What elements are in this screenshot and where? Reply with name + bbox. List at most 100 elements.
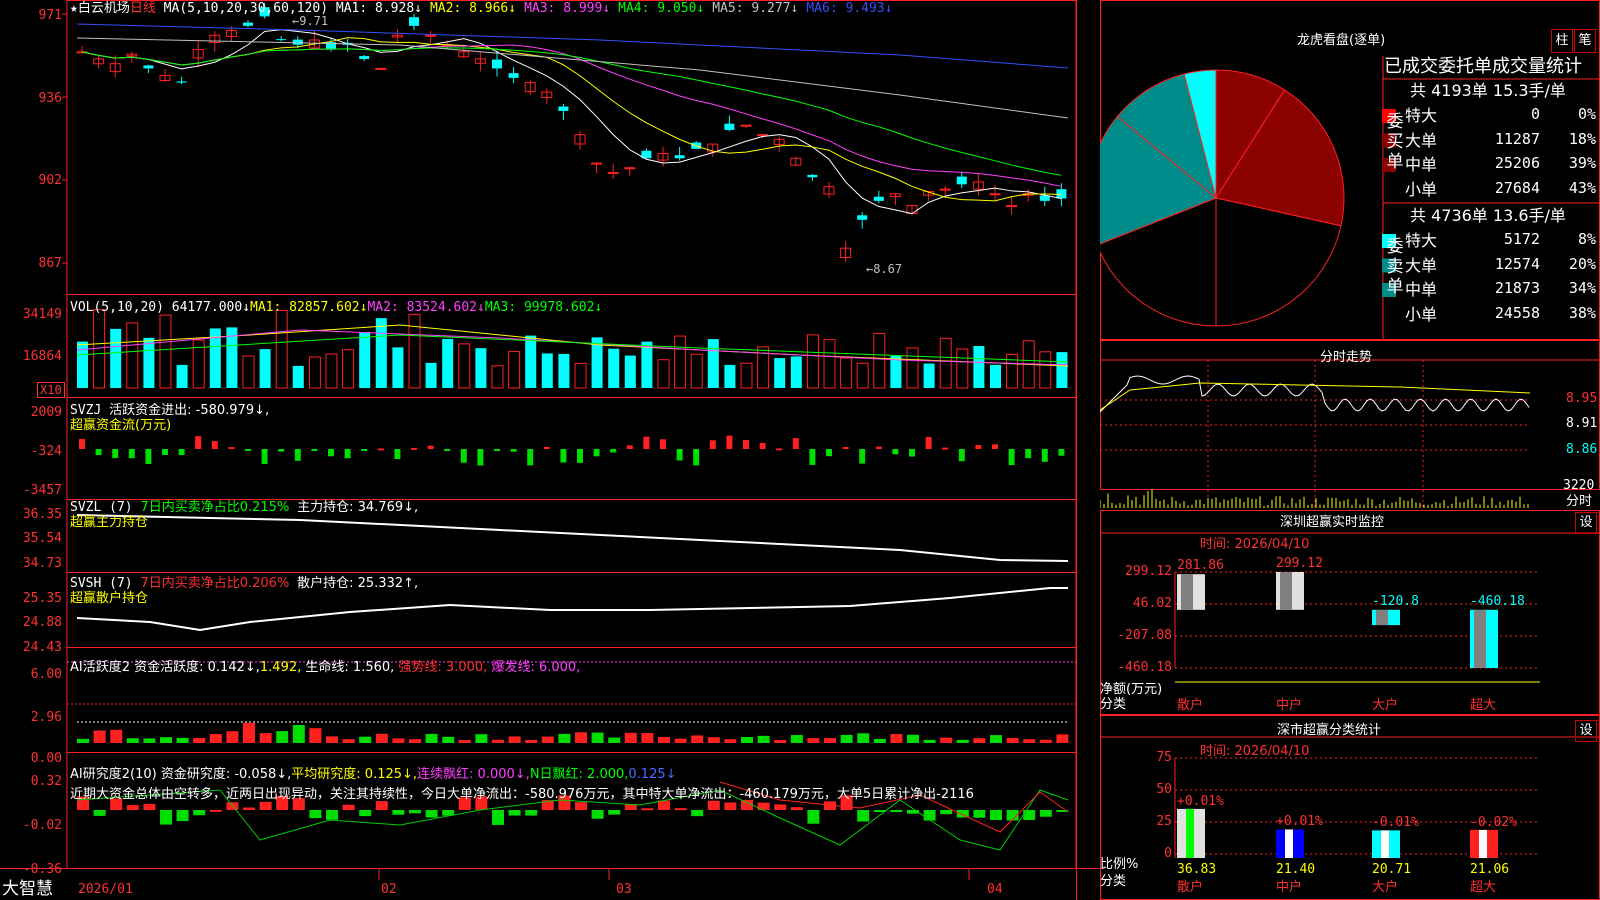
research-bar — [492, 810, 504, 825]
category-label-2: 分类 — [1100, 874, 1127, 889]
ai1-ytick: 6.00 — [30, 667, 62, 682]
row-percent: 39% — [1568, 154, 1596, 172]
sz-settings-button[interactable]: 设 — [1575, 512, 1597, 534]
flow-bar — [560, 449, 567, 463]
vol-bar-down — [392, 347, 404, 388]
cls-bar-shade — [1186, 808, 1194, 858]
vol-bar-down — [176, 364, 188, 388]
research-bar — [973, 810, 986, 818]
flow-bar — [494, 449, 500, 451]
activity-bar — [243, 722, 255, 743]
activity-bar — [375, 733, 388, 743]
candle-up — [740, 124, 752, 127]
activity-bar — [442, 736, 455, 743]
activity-bar — [857, 733, 870, 743]
sz-category: 中户 — [1276, 698, 1303, 713]
cls-ytick: 50 — [1156, 782, 1172, 797]
candle-up — [624, 167, 636, 170]
vol-bar-down — [558, 353, 570, 388]
sz-monitor-title: 深圳超赢实时监控 — [1280, 515, 1385, 530]
net-amount-label: 净额(万元) — [1100, 682, 1163, 697]
activity-bar — [1006, 737, 1019, 743]
ai1-ytick: 0.00 — [30, 751, 62, 766]
vol-bar-up — [840, 357, 853, 389]
main-ytick: 971 — [38, 8, 62, 23]
ma-line — [76, 37, 1069, 119]
main-ytick: 867 — [38, 256, 62, 271]
activity-bar — [326, 736, 338, 743]
flow-bar — [610, 449, 617, 453]
cls-time-label: 时间: 2026/04/10 — [1200, 744, 1310, 759]
vol-header: VOL(5,10,20) 64177.000↓MA1: 82857.602↓MA… — [70, 300, 603, 315]
svzj-ytick: 2009 — [30, 405, 62, 420]
row-value: 5172 — [1503, 230, 1540, 248]
flow-bar — [460, 449, 467, 463]
flow-bar — [328, 449, 334, 457]
activity-bar — [658, 736, 670, 743]
dragon-title: 龙虎看盘(逐单) — [1297, 33, 1386, 48]
period-label: 日线 — [129, 1, 156, 16]
candle-up — [757, 134, 769, 137]
candle-down — [143, 65, 154, 69]
activity-bar — [541, 736, 554, 743]
flow-bar — [759, 442, 766, 449]
row-percent: 18% — [1568, 129, 1596, 148]
activity-bar — [143, 738, 156, 743]
activity-bar — [807, 738, 820, 743]
cls-change: +0.01% — [1276, 814, 1323, 830]
flow-bar — [909, 449, 915, 457]
vol-bar-down — [541, 353, 553, 388]
vol-bar-down — [923, 363, 935, 388]
kline-chart-area[interactable] — [0, 0, 1100, 900]
minute-ytick: 8.95 — [1566, 391, 1598, 406]
cls-ytick: 75 — [1156, 750, 1172, 765]
activity-bar — [674, 738, 687, 743]
candle-up — [1006, 205, 1018, 208]
vol-bar-up — [657, 359, 670, 389]
research-bar — [342, 804, 355, 810]
activity-bar — [973, 738, 986, 743]
cls-settings-button[interactable]: 设 — [1575, 720, 1597, 742]
app-logo: 大智慧 — [2, 879, 53, 899]
activity-bar — [77, 738, 89, 743]
vol-bar-down — [475, 348, 487, 388]
research-bar — [309, 810, 322, 819]
vol-ytick: 16864 — [22, 349, 62, 364]
cls-value: 21.06 — [1470, 862, 1510, 877]
vol-bar-down — [425, 362, 437, 388]
ai1-ytick: 2.96 — [30, 710, 62, 725]
flow-bar — [510, 449, 517, 452]
activity-bar — [873, 738, 886, 743]
xaxis-label: 2026/01 — [78, 882, 133, 897]
stock-name: ★白云机场 — [70, 1, 130, 16]
research-bar — [790, 807, 803, 810]
research-bar — [425, 810, 438, 818]
row-value: 12574 — [1494, 254, 1540, 273]
ma-value: MA2: 8.966↓ — [429, 1, 517, 16]
flow-bar — [294, 449, 301, 461]
candle-down — [1056, 189, 1067, 199]
flow-bar — [842, 447, 849, 450]
flow-bar — [394, 449, 401, 460]
ma-value: MA3: 8.999↓ — [524, 1, 611, 16]
flow-bar — [1058, 449, 1065, 456]
row-value: 21873 — [1494, 279, 1540, 297]
retail-position-line — [76, 587, 1068, 632]
pillar-view-button[interactable]: 柱 — [1551, 29, 1573, 53]
activity-bar — [575, 732, 587, 743]
activity-bar — [359, 736, 372, 743]
pen-view-button[interactable]: 笔 — [1574, 29, 1596, 53]
activity-bar — [1039, 739, 1052, 743]
sell-total: 共 4736单 13.6手/单 — [1410, 206, 1566, 225]
research-bar — [857, 810, 870, 822]
flow-bar — [527, 449, 534, 466]
activity-bar — [176, 737, 189, 743]
activity-bar — [624, 732, 637, 743]
vol-bar-down — [890, 355, 902, 388]
vol-bar-down — [641, 341, 653, 388]
activity-bar — [923, 739, 936, 743]
cls-stats-title: 深市超赢分类统计 — [1277, 723, 1382, 738]
flow-bar — [361, 449, 368, 451]
activity-bar — [990, 735, 1002, 743]
candle-down — [243, 22, 253, 26]
